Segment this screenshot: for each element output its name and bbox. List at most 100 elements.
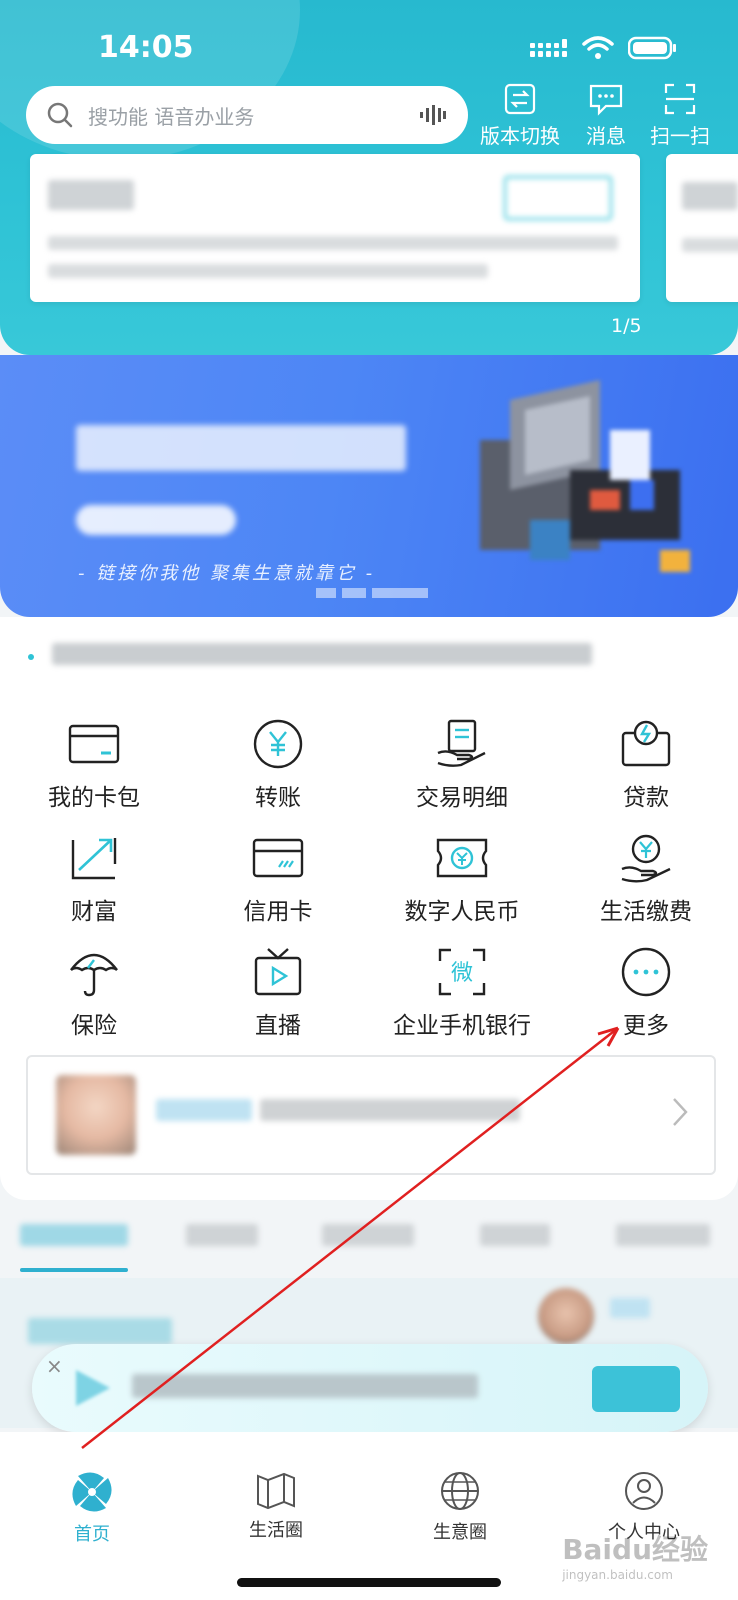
banner-dots xyxy=(316,588,428,598)
baidu-watermark: Baidu经验 jingyan.baidu.com xyxy=(562,1528,708,1582)
profile-icon xyxy=(625,1472,663,1510)
status-icons xyxy=(530,36,676,60)
yuan-transfer-icon xyxy=(253,719,303,769)
grid-item-card-wallet[interactable]: 我的卡包 xyxy=(2,716,186,812)
digital-rmb-icon xyxy=(436,838,488,878)
notice-bar[interactable] xyxy=(0,617,738,695)
enterprise-bank-icon: 微 xyxy=(438,948,486,996)
message-icon xyxy=(589,84,623,116)
voice-wave-icon[interactable] xyxy=(420,103,446,127)
tab-feed-1[interactable] xyxy=(20,1224,128,1246)
business-globe-icon xyxy=(441,1472,479,1510)
advisor-promo[interactable] xyxy=(26,1055,716,1175)
scan-button[interactable]: 扫一扫 xyxy=(650,82,710,149)
wealth-chart-icon xyxy=(71,838,117,880)
tab-feed-3[interactable] xyxy=(322,1224,414,1246)
grid-item-label: 信用卡 xyxy=(243,899,313,925)
feed-tabs xyxy=(0,1202,738,1274)
assistant-bar[interactable]: × xyxy=(32,1344,708,1432)
close-icon[interactable]: × xyxy=(46,1354,63,1378)
notice-dot xyxy=(28,654,34,660)
card-wallet-icon xyxy=(68,724,120,764)
scan-icon xyxy=(664,83,696,115)
tab-feed-2[interactable] xyxy=(186,1224,258,1246)
message-card-pager: 1/5 xyxy=(611,315,642,337)
message-card-next[interactable] xyxy=(666,154,738,302)
nav-business-circle-label: 生意圈 xyxy=(433,1522,487,1543)
message-card-text-line-1 xyxy=(48,236,618,250)
svg-text:微: 微 xyxy=(451,961,473,986)
battery-icon xyxy=(628,36,676,60)
message-card-title xyxy=(48,180,134,210)
grid-item-label: 直播 xyxy=(255,1013,301,1039)
life-payment-icon xyxy=(621,834,671,883)
advisor-text xyxy=(260,1099,520,1121)
assistant-text xyxy=(132,1374,478,1398)
banner-slogan: - 链接你我他 聚集生意就靠它 - xyxy=(78,563,376,584)
version-switch-label: 版本切换 xyxy=(480,124,560,148)
grid-item-label: 保险 xyxy=(71,1013,117,1039)
advisor-tag xyxy=(156,1099,252,1121)
search-icon xyxy=(47,102,73,128)
nav-home-label: 首页 xyxy=(74,1524,110,1545)
message-card-next-title xyxy=(682,182,738,210)
notice-text xyxy=(52,643,592,665)
nav-life-circle-label: 生活圈 xyxy=(249,1520,303,1541)
grid-item-loan[interactable]: 贷款 xyxy=(554,716,738,812)
tab-feed-5[interactable] xyxy=(616,1224,710,1246)
message-card-button[interactable] xyxy=(504,176,612,220)
credit-card-icon xyxy=(252,838,304,878)
feed-title xyxy=(28,1318,172,1344)
home-indicator[interactable] xyxy=(237,1578,501,1587)
grid-item-label: 财富 xyxy=(71,899,117,925)
message-card-next-text xyxy=(682,238,738,252)
grid-item-label: 交易明细 xyxy=(416,785,508,811)
wifi-icon xyxy=(582,36,614,59)
grid-item-more[interactable]: 更多 xyxy=(554,944,738,1040)
nav-life-circle[interactable]: 生活圈 xyxy=(184,1470,368,1542)
tab-underline xyxy=(20,1268,128,1272)
live-tv-icon xyxy=(254,948,302,996)
grid-item-label: 贷款 xyxy=(623,785,669,811)
promo-banner[interactable]: - 链接你我他 聚集生意就靠它 - xyxy=(0,355,738,617)
advisor-avatar xyxy=(56,1075,136,1155)
assistant-action-button[interactable] xyxy=(592,1366,680,1412)
feed-name xyxy=(610,1298,650,1318)
grid-item-label: 生活缴费 xyxy=(600,899,692,925)
grid-item-life-payment[interactable]: 生活缴费 xyxy=(554,830,738,926)
grid-item-label: 我的卡包 xyxy=(48,785,140,811)
grid-item-transactions[interactable]: 交易明细 xyxy=(370,716,554,812)
watermark-brand: Baidu经验 xyxy=(562,1533,708,1566)
message-card[interactable] xyxy=(30,154,640,302)
message-label: 消息 xyxy=(586,124,626,148)
nav-home[interactable]: 首页 xyxy=(0,1470,184,1546)
life-circle-icon xyxy=(257,1472,295,1510)
grid-item-label: 更多 xyxy=(623,1013,669,1039)
grid-item-credit-card[interactable]: 信用卡 xyxy=(186,830,370,926)
grid-item-insurance[interactable]: 保险 xyxy=(2,944,186,1040)
nav-business-circle[interactable]: 生意圈 xyxy=(368,1470,552,1544)
loan-icon xyxy=(621,720,671,767)
grid-item-label: 数字人民币 xyxy=(404,899,520,925)
grid-item-enterprise-bank[interactable]: 微 企业手机银行 xyxy=(370,944,554,1040)
grid-item-transfer[interactable]: 转账 xyxy=(186,716,370,812)
grid-item-digital-rmb[interactable]: 数字人民币 xyxy=(370,830,554,926)
home-logo-icon xyxy=(72,1472,112,1512)
search-placeholder: 搜功能 语音办业务 xyxy=(88,104,255,129)
message-button[interactable]: 消息 xyxy=(586,82,626,149)
grid-item-label: 转账 xyxy=(255,785,301,811)
banner-title xyxy=(76,425,406,471)
grid-item-live[interactable]: 直播 xyxy=(186,944,370,1040)
assistant-play-icon xyxy=(76,1370,110,1406)
tab-feed-4[interactable] xyxy=(480,1224,550,1246)
version-switch-button[interactable]: 版本切换 xyxy=(480,82,560,149)
scan-label: 扫一扫 xyxy=(650,124,710,148)
search-input[interactable]: 搜功能 语音办业务 xyxy=(26,86,468,144)
status-time: 14:05 xyxy=(98,30,194,65)
signal-icon xyxy=(530,39,567,57)
version-switch-icon xyxy=(504,83,536,115)
message-card-text-line-2 xyxy=(48,264,488,278)
watermark-url: jingyan.baidu.com xyxy=(562,1568,673,1582)
grid-item-wealth[interactable]: 财富 xyxy=(2,830,186,926)
chevron-right-icon xyxy=(673,1098,688,1126)
